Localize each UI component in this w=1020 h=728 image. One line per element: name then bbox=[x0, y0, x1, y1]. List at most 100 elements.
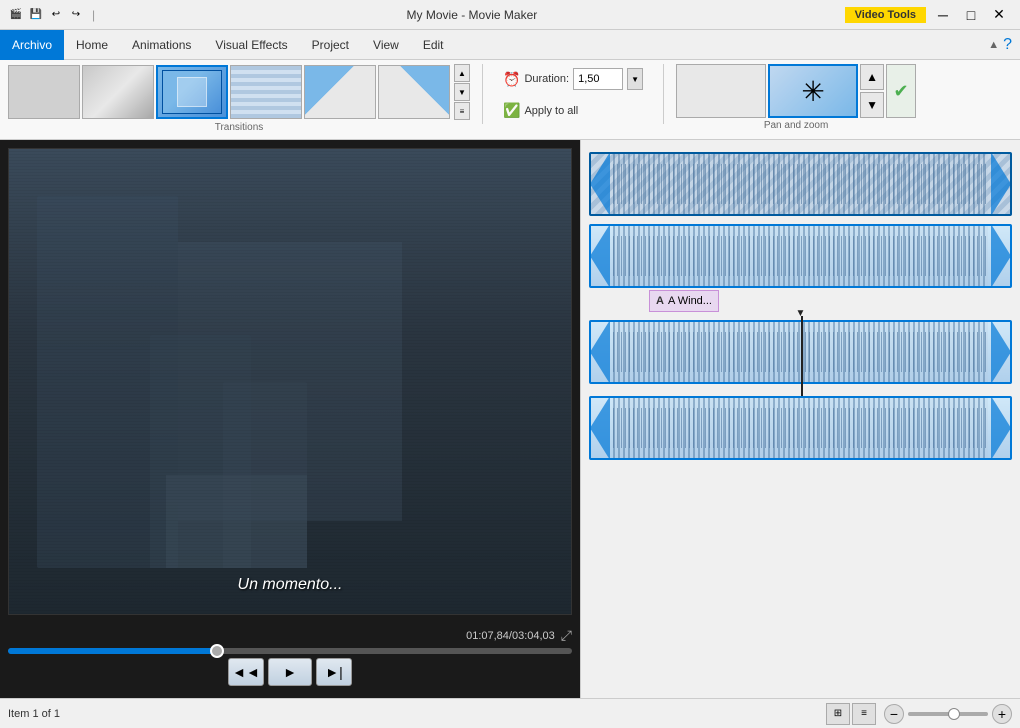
undo-icon[interactable]: ↩ bbox=[48, 7, 64, 23]
duration-label: Duration: bbox=[524, 73, 569, 85]
zoom-out-button[interactable]: − bbox=[884, 704, 904, 724]
menu-item-visual-effects[interactable]: Visual Effects bbox=[203, 30, 299, 60]
video-scene: Un momento... bbox=[9, 149, 571, 614]
duration-dropdown[interactable]: ▼ bbox=[627, 68, 643, 90]
transition-wipe-l[interactable] bbox=[304, 65, 376, 119]
menu-item-home[interactable]: Home bbox=[64, 30, 120, 60]
menu-item-edit[interactable]: Edit bbox=[411, 30, 456, 60]
timeline-clip-2[interactable] bbox=[589, 224, 1012, 288]
apply-all-row: ✅ Apply to all bbox=[503, 102, 643, 119]
transition-blank1[interactable] bbox=[8, 65, 80, 119]
menu-item-archivo[interactable]: Archivo bbox=[0, 30, 64, 60]
transitions-items: ▲ ▼ ≡ bbox=[8, 64, 470, 120]
timeline-clip-3[interactable]: ▼ bbox=[589, 320, 1012, 384]
view-buttons: ⊞ ≡ bbox=[826, 703, 876, 725]
maximize-button[interactable]: □ bbox=[958, 5, 984, 25]
clip-waveform-1 bbox=[613, 154, 988, 214]
duration-row: ⏰ Duration: ▼ bbox=[503, 68, 643, 90]
fullscreen-button[interactable]: ⤢ bbox=[561, 627, 572, 644]
video-controls-area: 01:07,84/03:04,03 ⤢ ◄◄ ► ►| bbox=[8, 623, 572, 690]
clip-inner-2[interactable] bbox=[589, 224, 1012, 288]
timeline-view-button[interactable]: ≡ bbox=[852, 703, 876, 725]
progress-fill bbox=[8, 648, 217, 654]
pan-zoom-blank1[interactable] bbox=[676, 64, 766, 118]
zoom-thumb[interactable] bbox=[948, 708, 960, 720]
progress-thumb[interactable] bbox=[210, 644, 224, 658]
storyboard-view-button[interactable]: ⊞ bbox=[826, 703, 850, 725]
play-button[interactable]: ► bbox=[268, 658, 312, 686]
playhead: ▼ bbox=[801, 316, 803, 396]
text-clip[interactable]: A A Wind... bbox=[649, 290, 719, 312]
window-title: My Movie - Movie Maker bbox=[99, 8, 845, 22]
playhead-arrow: ▼ bbox=[796, 308, 806, 319]
title-bar: 🎬 💾 ↩ ↪ | My Movie - Movie Maker Video T… bbox=[0, 0, 1020, 30]
pan-zoom-label: Pan and zoom bbox=[764, 120, 829, 131]
rewind-button[interactable]: ◄◄ bbox=[228, 658, 264, 686]
text-clip-icon: A bbox=[656, 295, 664, 307]
app-icon: 🎬 bbox=[8, 7, 24, 23]
apply-all-button[interactable]: Apply to all bbox=[524, 105, 578, 117]
clip-inner-4[interactable] bbox=[589, 396, 1012, 460]
clip-arrow-left-4 bbox=[590, 396, 610, 460]
close-button[interactable]: ✕ bbox=[986, 5, 1012, 25]
zoom-in-button[interactable]: + bbox=[992, 704, 1012, 724]
timeline-clip-1[interactable] bbox=[589, 152, 1012, 216]
clip-arrow-left-3 bbox=[590, 320, 610, 384]
transitions-section: ▲ ▼ ≡ Transitions bbox=[8, 64, 470, 133]
help-icon[interactable]: ? bbox=[1003, 36, 1012, 54]
video-playback-controls: ◄◄ ► ►| bbox=[8, 658, 572, 686]
scroll-down-button[interactable]: ▼ bbox=[454, 83, 470, 101]
pan-zoom-scroll-down[interactable]: ▼ bbox=[860, 92, 884, 118]
video-progress-bar bbox=[8, 648, 572, 654]
clip-arrow-left-1 bbox=[590, 152, 610, 216]
transition-fade[interactable] bbox=[82, 65, 154, 119]
text-clip-label: A Wind... bbox=[668, 295, 712, 307]
transition-mosaic[interactable] bbox=[230, 65, 302, 119]
transition-selected[interactable] bbox=[156, 65, 228, 119]
clip-arrow-right-2 bbox=[991, 224, 1011, 288]
timeline-clip-4[interactable] bbox=[589, 396, 1012, 460]
video-tools-badge: Video Tools bbox=[845, 7, 926, 23]
menu-bar: Archivo Home Animations Visual Effects P… bbox=[0, 30, 1020, 60]
zoom-slider[interactable] bbox=[908, 712, 988, 716]
pan-zoom-side-controls: ▲ ▼ bbox=[860, 64, 884, 118]
video-time-display: 01:07,84/03:04,03 ⤢ bbox=[8, 627, 572, 644]
clip-arrow-right-1 bbox=[991, 152, 1011, 216]
timeline-scroll[interactable]: A A Wind... ▼ bbox=[581, 140, 1020, 698]
pan-zoom-section: ✳ ▲ ▼ ✔ Pan and zoom bbox=[676, 64, 916, 131]
clip-inner-1[interactable] bbox=[589, 152, 1012, 216]
pan-zoom-scroll-up[interactable]: ▲ bbox=[860, 64, 884, 90]
pan-zoom-extra-btn[interactable]: ✔ bbox=[886, 64, 916, 118]
zoom-controls: − + bbox=[884, 704, 1012, 724]
ribbon: ▲ ▼ ≡ Transitions ⏰ Duration: ▼ ✅ Apply … bbox=[0, 60, 1020, 140]
redo-icon[interactable]: ↪ bbox=[68, 7, 84, 23]
save-icon[interactable]: 💾 bbox=[28, 7, 44, 23]
ribbon-toggle[interactable]: ▲ bbox=[988, 39, 999, 51]
scroll-more-button[interactable]: ≡ bbox=[454, 102, 470, 120]
main-content: Un momento... 01:07,84/03:04,03 ⤢ ◄◄ ► ►… bbox=[0, 140, 1020, 698]
status-item-info: Item 1 of 1 bbox=[8, 708, 60, 720]
pan-zoom-items: ✳ ▲ ▼ ✔ bbox=[676, 64, 916, 118]
duration-input[interactable] bbox=[573, 68, 623, 90]
clip-waveform-2 bbox=[613, 226, 988, 286]
transition-wipe-r[interactable] bbox=[378, 65, 450, 119]
menu-item-animations[interactable]: Animations bbox=[120, 30, 203, 60]
separator2 bbox=[663, 64, 664, 124]
progress-track[interactable] bbox=[8, 648, 572, 654]
timeline-clip-group-2: A A Wind... bbox=[589, 224, 1012, 312]
check-green-icon: ✔ bbox=[894, 81, 909, 102]
pan-zoom-selected[interactable]: ✳ bbox=[768, 64, 858, 118]
clip-arrow-right-4 bbox=[991, 396, 1011, 460]
duration-apply-section: ⏰ Duration: ▼ ✅ Apply to all bbox=[495, 64, 651, 123]
clip-waveform-4 bbox=[613, 398, 988, 458]
scroll-up-button[interactable]: ▲ bbox=[454, 64, 470, 82]
transitions-label: Transitions bbox=[215, 122, 264, 133]
minimize-button[interactable]: ─ bbox=[930, 5, 956, 25]
menu-item-project[interactable]: Project bbox=[300, 30, 361, 60]
timeline-panel: A A Wind... ▼ bbox=[580, 140, 1020, 698]
video-preview: Un momento... bbox=[8, 148, 572, 615]
forward-button[interactable]: ►| bbox=[316, 658, 352, 686]
window-controls: ─ □ ✕ bbox=[930, 5, 1012, 25]
video-panel: Un momento... 01:07,84/03:04,03 ⤢ ◄◄ ► ►… bbox=[0, 140, 580, 698]
menu-item-view[interactable]: View bbox=[361, 30, 411, 60]
